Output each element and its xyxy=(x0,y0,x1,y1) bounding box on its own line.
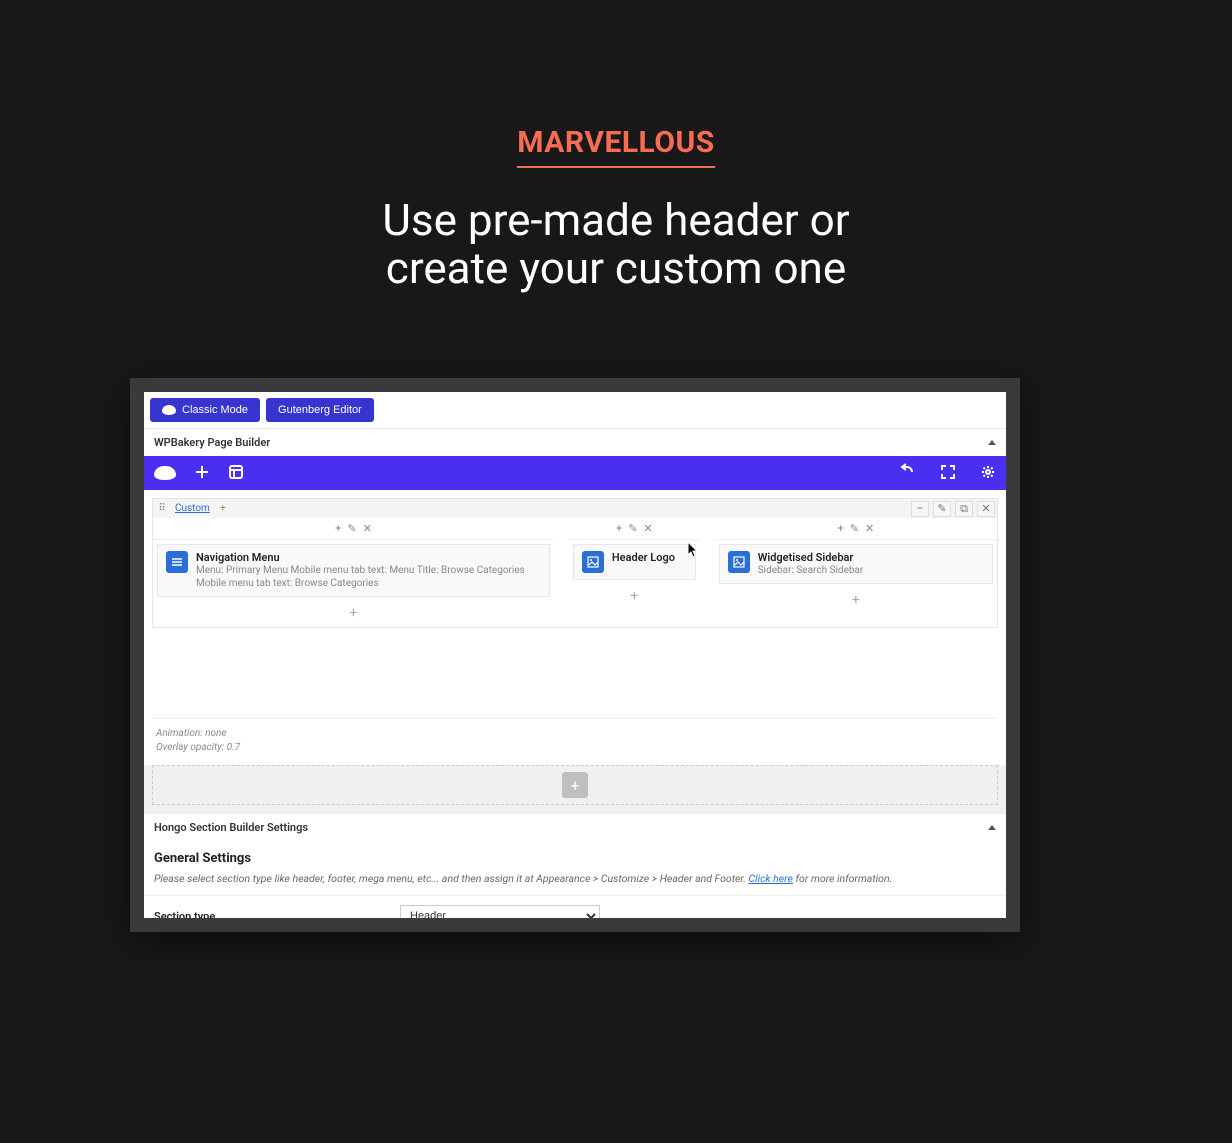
col-edit-icon[interactable]: ✎ xyxy=(850,522,859,535)
col-delete-icon[interactable]: ✕ xyxy=(363,522,372,535)
widget-header-logo[interactable]: Header Logo xyxy=(573,544,696,580)
image-icon xyxy=(582,551,604,573)
drag-handle-icon[interactable]: ⠿ xyxy=(155,502,169,516)
add-section-strip: + xyxy=(152,765,998,805)
col-delete-icon[interactable]: ✕ xyxy=(643,522,652,535)
row-clone-button[interactable]: ⧉ xyxy=(955,501,973,517)
wpbakery-toolbar xyxy=(144,456,1006,490)
section-type-label: Section type xyxy=(154,910,400,919)
hongo-panel-header[interactable]: Hongo Section Builder Settings xyxy=(144,813,1006,841)
settings-hint-link[interactable]: Click here xyxy=(749,872,793,885)
column-2-add[interactable]: + xyxy=(569,584,700,610)
section-type-select[interactable]: Header xyxy=(400,905,600,918)
widget-sidebar-desc: Sidebar: Search Sidebar xyxy=(758,564,864,577)
menu-icon xyxy=(166,551,188,573)
column-2: + ✎ ✕ Header Logo + xyxy=(569,518,700,627)
widget-navigation-menu[interactable]: Navigation Menu Menu: Primary Menu Mobil… xyxy=(157,544,550,597)
col-add-icon[interactable]: + xyxy=(838,522,844,535)
gutenberg-editor-button[interactable]: Gutenberg Editor xyxy=(266,398,374,422)
mode-bar: Classic Mode Gutenberg Editor xyxy=(144,392,1006,428)
hongo-panel-title: Hongo Section Builder Settings xyxy=(154,821,308,834)
column-3: + ✎ ✕ Widgetised Sidebar Sidebar: Search… xyxy=(715,518,997,627)
row-controls: ⠿ Custom + – ✎ ⧉ ✕ xyxy=(152,498,998,518)
col-edit-icon[interactable]: ✎ xyxy=(347,522,356,535)
undo-button[interactable] xyxy=(898,463,916,484)
tag-icon xyxy=(162,405,176,415)
gutenberg-editor-label: Gutenberg Editor xyxy=(278,404,362,416)
headline-line-2: create your custom one xyxy=(386,242,846,294)
meta-animation: Animation: none xyxy=(156,727,994,741)
add-element-button[interactable] xyxy=(194,464,210,483)
classic-mode-button[interactable]: Classic Mode xyxy=(150,398,260,422)
eyebrow: MARVELLOUS xyxy=(517,125,715,168)
settings-hint-prefix: Please select section type like header, … xyxy=(154,872,749,885)
settings-button[interactable] xyxy=(980,464,996,483)
row-edit-button[interactable]: ✎ xyxy=(933,501,951,517)
wpbakery-title: WPBakery Page Builder xyxy=(154,436,270,449)
settings-hint-suffix: for more information. xyxy=(793,872,892,885)
headline-line-1: Use pre-made header or xyxy=(382,194,849,246)
row-delete-button[interactable]: ✕ xyxy=(977,501,995,517)
column-1-add[interactable]: + xyxy=(153,601,554,627)
settings-hint: Please select section type like header, … xyxy=(144,872,1006,895)
column-3-add[interactable]: + xyxy=(715,588,997,614)
row-collapse-button[interactable]: – xyxy=(911,501,929,517)
col-add-icon[interactable]: + xyxy=(335,522,341,535)
meta-overlay: Overlay opacity: 0.7 xyxy=(156,741,994,755)
widget-widgetised-sidebar[interactable]: Widgetised Sidebar Sidebar: Search Sideb… xyxy=(719,544,993,584)
column-3-tools: + ✎ ✕ xyxy=(715,518,997,540)
wpbakery-logo-icon xyxy=(154,466,176,480)
widget-nav-desc: Menu: Primary Menu Mobile menu tab text:… xyxy=(196,564,541,590)
builder-canvas: ⠿ Custom + – ✎ ⧉ ✕ + ✎ ✕ xyxy=(144,490,1006,765)
app-window: Classic Mode Gutenberg Editor WPBakery P… xyxy=(144,392,1006,918)
column-1: + ✎ ✕ Navigation Menu Menu: Primary Menu… xyxy=(153,518,554,627)
collapse-icon xyxy=(988,825,996,830)
row-meta: Animation: none Overlay opacity: 0.7 xyxy=(152,718,998,761)
column-2-tools: + ✎ ✕ xyxy=(569,518,700,540)
wpbakery-panel-header[interactable]: WPBakery Page Builder xyxy=(144,428,1006,456)
collapse-icon xyxy=(988,440,996,445)
templates-button[interactable] xyxy=(228,464,244,483)
row-label[interactable]: Custom xyxy=(173,503,212,514)
widget-logo-title: Header Logo xyxy=(612,551,675,564)
col-edit-icon[interactable]: ✎ xyxy=(628,522,637,535)
widget-nav-title: Navigation Menu xyxy=(196,551,541,564)
column-1-tools: + ✎ ✕ xyxy=(153,518,554,540)
app-frame: Classic Mode Gutenberg Editor WPBakery P… xyxy=(130,378,1020,932)
general-settings-title: General Settings xyxy=(144,841,1006,872)
headline: Use pre-made header or create your custo… xyxy=(0,196,1232,293)
row-columns: + ✎ ✕ Navigation Menu Menu: Primary Menu… xyxy=(152,518,998,628)
section-type-row: Section type Header xyxy=(144,895,1006,918)
col-delete-icon[interactable]: ✕ xyxy=(865,522,874,535)
row-add-button[interactable]: + xyxy=(216,502,230,516)
fullscreen-button[interactable] xyxy=(940,464,956,483)
classic-mode-label: Classic Mode xyxy=(182,404,248,416)
widget-sidebar-title: Widgetised Sidebar xyxy=(758,551,864,564)
col-add-icon[interactable]: + xyxy=(616,522,622,535)
image-icon xyxy=(728,551,750,573)
add-section-button[interactable]: + xyxy=(562,772,588,798)
